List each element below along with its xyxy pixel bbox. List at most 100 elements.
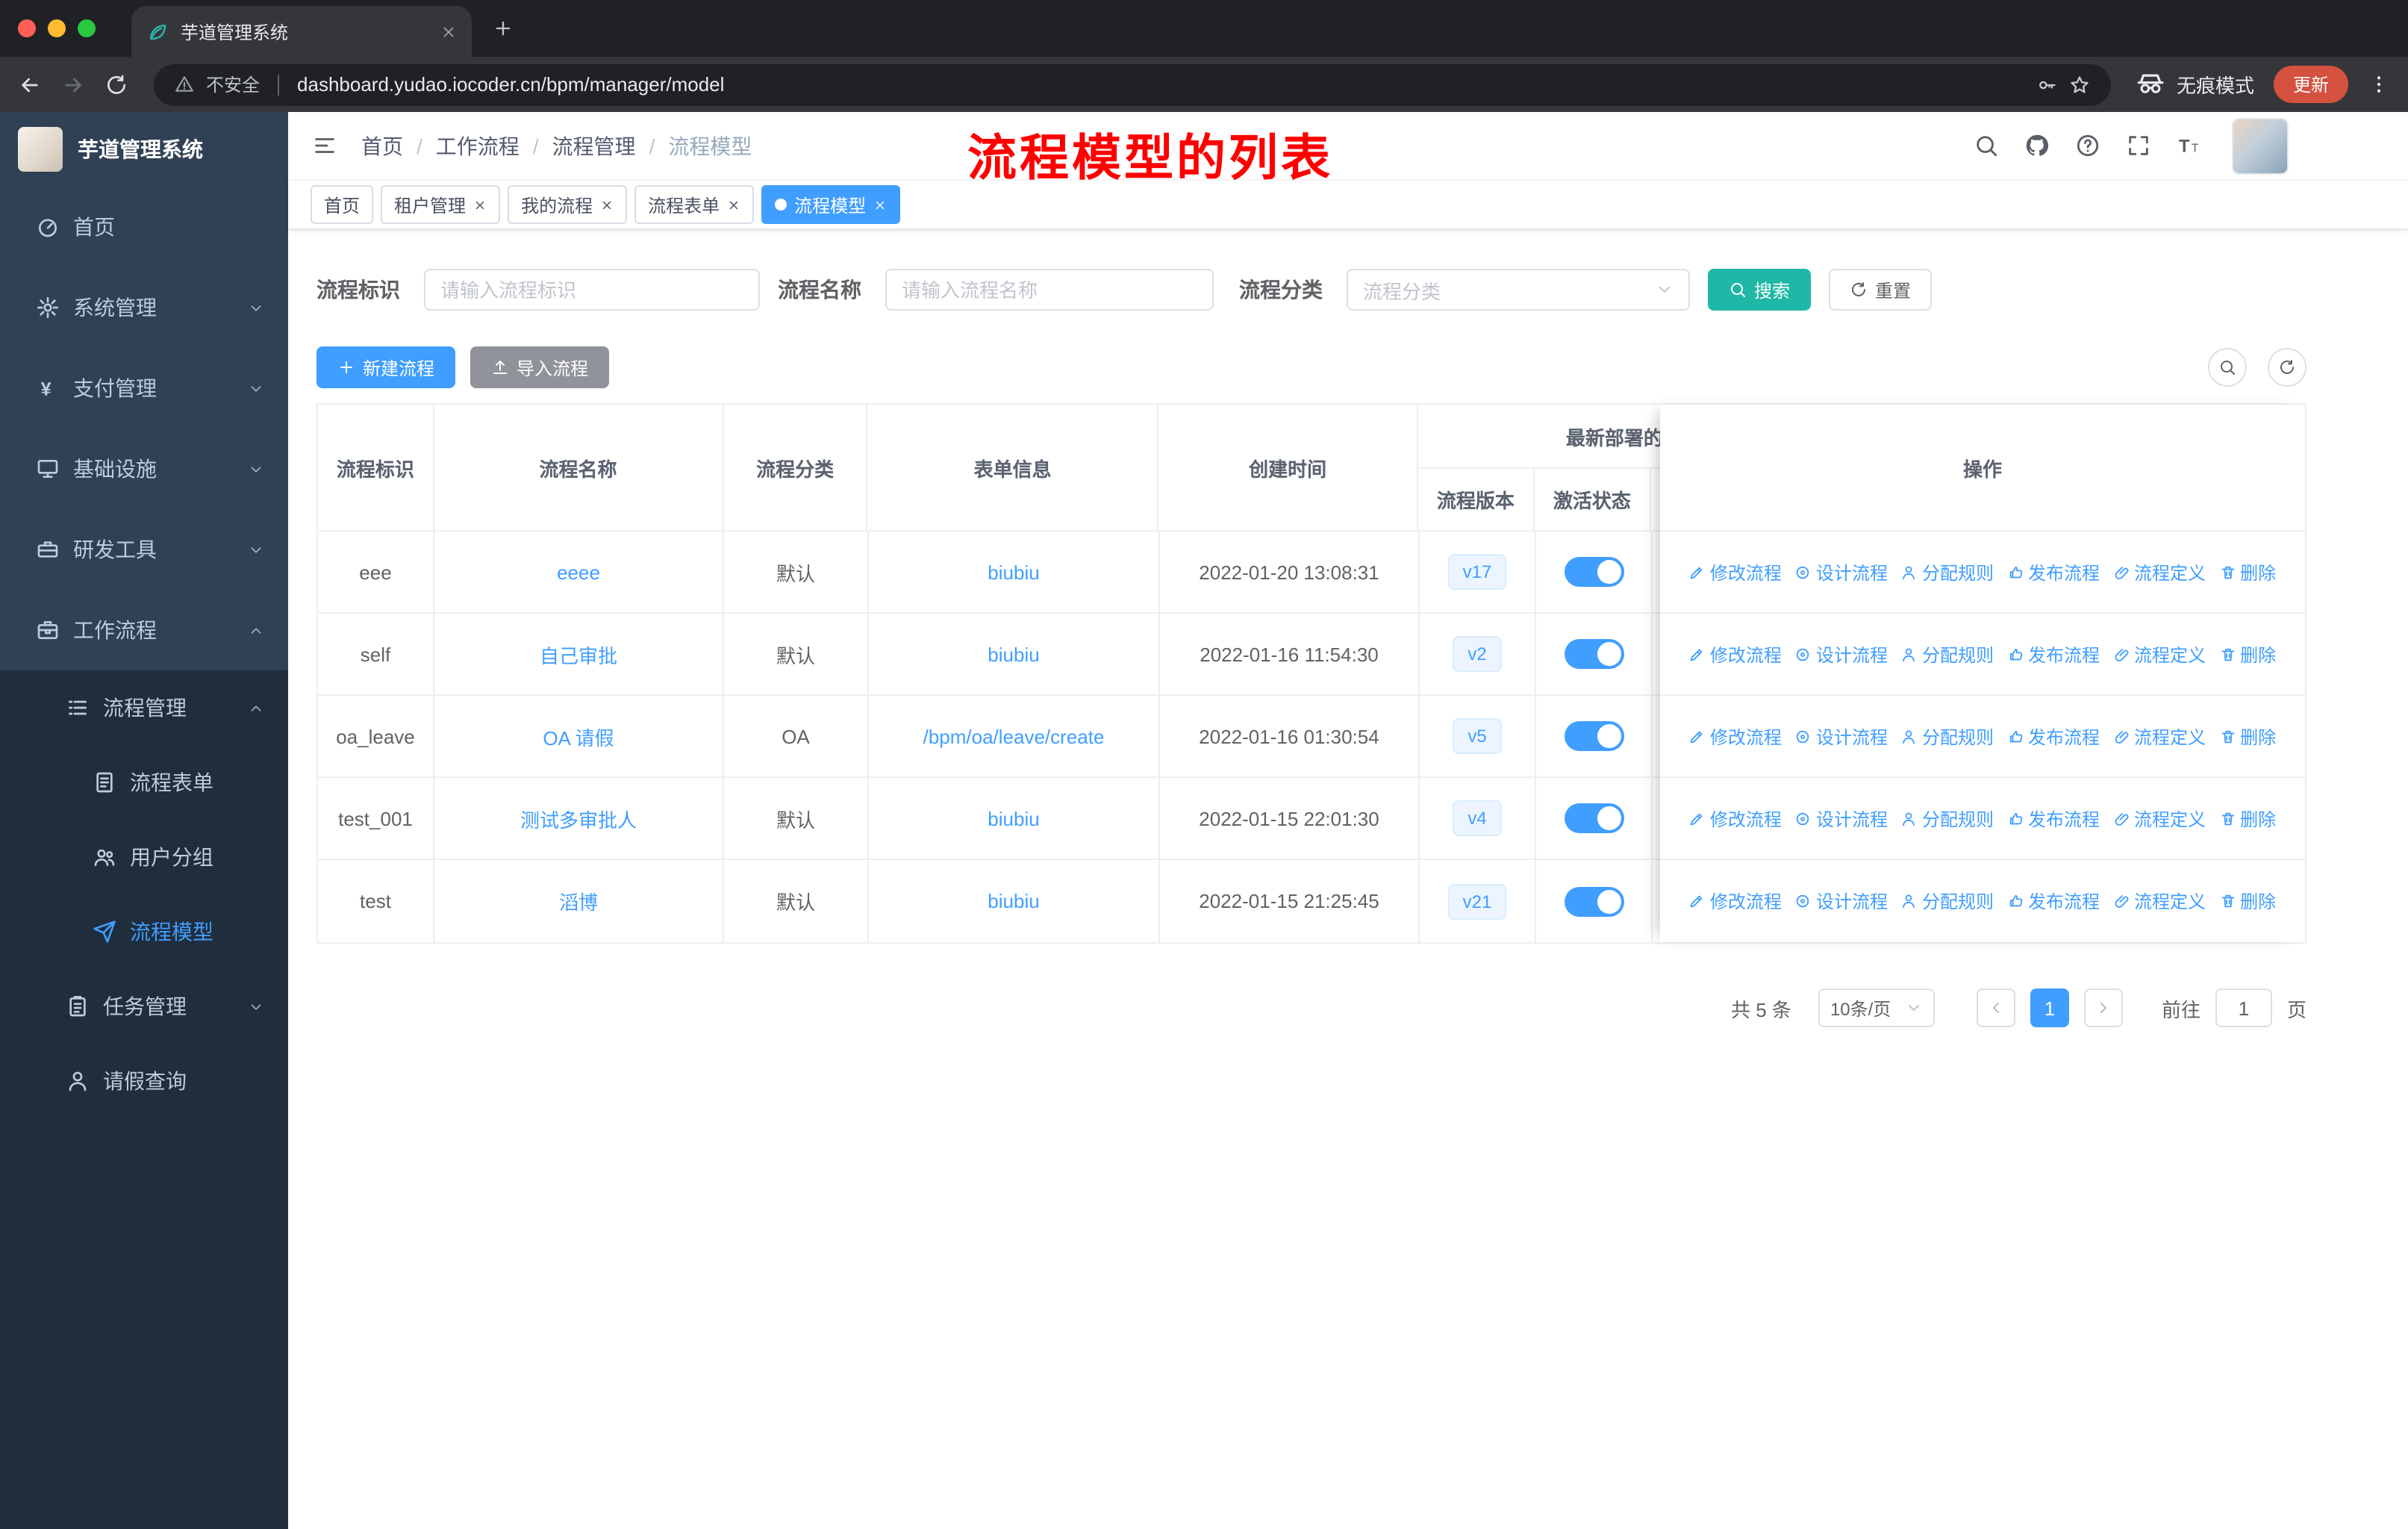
op-edit-link[interactable]: 修改流程 xyxy=(1689,723,1782,749)
refresh-table-button[interactable] xyxy=(2268,348,2306,387)
breadcrumb-item[interactable]: 流程管理 xyxy=(552,131,636,161)
op-design-link[interactable]: 设计流程 xyxy=(1795,641,1888,667)
model-name-link[interactable]: 自己审批 xyxy=(540,640,617,668)
search-button[interactable]: 搜索 xyxy=(1708,269,1812,311)
op-assign-link[interactable]: 分配规则 xyxy=(1901,641,1994,667)
browser-tab[interactable]: 芋道管理系统 xyxy=(131,6,472,57)
page-size-select[interactable]: 10条/页 xyxy=(1818,988,1935,1027)
breadcrumb-item[interactable]: 工作流程 xyxy=(436,131,520,161)
reset-button[interactable]: 重置 xyxy=(1829,269,1933,311)
op-assign-link[interactable]: 分配规则 xyxy=(1901,723,1994,749)
op-definition-link[interactable]: 流程定义 xyxy=(2113,888,2206,914)
tag-home[interactable]: 首页 xyxy=(311,185,374,224)
form-info-link[interactable]: biubiu xyxy=(988,807,1039,829)
active-switch[interactable] xyxy=(1564,639,1623,669)
breadcrumb-item[interactable]: 首页 xyxy=(361,131,403,161)
toggle-search-button[interactable] xyxy=(2208,348,2247,387)
active-switch[interactable] xyxy=(1564,721,1623,751)
form-info-link[interactable]: biubiu xyxy=(988,561,1039,583)
op-edit-link[interactable]: 修改流程 xyxy=(1689,641,1782,667)
model-id-input[interactable] xyxy=(424,269,760,311)
active-switch[interactable] xyxy=(1564,886,1623,916)
op-delete-link[interactable]: 删除 xyxy=(2219,806,2276,831)
tag-close-icon[interactable] xyxy=(600,198,614,211)
version-badge[interactable]: v17 xyxy=(1447,554,1507,590)
window-minimize-button[interactable] xyxy=(48,19,66,37)
op-design-link[interactable]: 设计流程 xyxy=(1795,806,1888,831)
address-bar[interactable]: 不安全 dashboard.yudao.iocoder.cn/bpm/manag… xyxy=(154,63,2111,105)
font-size-icon[interactable]: TT xyxy=(2177,133,2202,158)
create-model-button[interactable]: 新建流程 xyxy=(316,346,456,388)
sidebar-item-system[interactable]: 系统管理 xyxy=(0,267,288,348)
op-definition-link[interactable]: 流程定义 xyxy=(2113,723,2206,749)
model-name-link[interactable]: 滔博 xyxy=(559,887,598,915)
goto-page-input[interactable] xyxy=(2215,988,2272,1027)
password-key-icon[interactable] xyxy=(2036,74,2057,95)
fullscreen-icon[interactable] xyxy=(2126,133,2151,158)
forward-button[interactable] xyxy=(61,72,85,96)
op-design-link[interactable]: 设计流程 xyxy=(1795,559,1888,585)
op-publish-link[interactable]: 发布流程 xyxy=(2007,559,2100,585)
model-name-link[interactable]: 测试多审批人 xyxy=(520,804,637,832)
next-page-button[interactable] xyxy=(2083,988,2123,1027)
model-name-input[interactable] xyxy=(885,269,1214,311)
update-button[interactable]: 更新 xyxy=(2273,66,2348,103)
form-info-link[interactable]: biubiu xyxy=(988,643,1039,665)
bookmark-star-icon[interactable] xyxy=(2069,74,2090,95)
op-design-link[interactable]: 设计流程 xyxy=(1795,888,1888,914)
sidebar-toggle-icon[interactable] xyxy=(312,133,337,158)
version-badge[interactable]: v5 xyxy=(1453,718,1502,754)
active-switch[interactable] xyxy=(1564,803,1623,833)
op-delete-link[interactable]: 删除 xyxy=(2219,559,2276,585)
op-publish-link[interactable]: 发布流程 xyxy=(2007,888,2100,914)
op-publish-link[interactable]: 发布流程 xyxy=(2007,806,2100,831)
import-model-button[interactable]: 导入流程 xyxy=(470,346,610,388)
prev-page-button[interactable] xyxy=(1976,988,2015,1027)
op-delete-link[interactable]: 删除 xyxy=(2219,888,2276,914)
op-delete-link[interactable]: 删除 xyxy=(2219,723,2276,749)
op-edit-link[interactable]: 修改流程 xyxy=(1689,806,1782,831)
tag-close-icon[interactable] xyxy=(873,198,887,211)
op-design-link[interactable]: 设计流程 xyxy=(1795,723,1888,749)
model-name-link[interactable]: OA 请假 xyxy=(543,722,614,750)
sidebar-item-workflow[interactable]: 工作流程 xyxy=(0,590,288,670)
sidebar-item-process-form[interactable]: 流程表单 xyxy=(0,745,288,820)
category-select[interactable]: 流程分类 xyxy=(1347,269,1690,311)
op-delete-link[interactable]: 删除 xyxy=(2219,641,2276,667)
tag-close-icon[interactable] xyxy=(473,198,487,211)
sidebar-item-devtools[interactable]: 研发工具 xyxy=(0,509,288,590)
tab-close-icon[interactable] xyxy=(440,23,457,40)
page-1-button[interactable]: 1 xyxy=(2030,988,2069,1027)
reload-button[interactable] xyxy=(105,72,128,96)
model-name-link[interactable]: eeee xyxy=(557,561,600,583)
form-info-link[interactable]: /bpm/oa/leave/create xyxy=(923,725,1105,747)
window-close-button[interactable] xyxy=(18,19,36,37)
tag-process-form[interactable]: 流程表单 xyxy=(634,185,755,224)
new-tab-button[interactable] xyxy=(493,18,514,39)
tag-process-model[interactable]: 流程模型 xyxy=(761,185,901,224)
user-avatar[interactable] xyxy=(2232,117,2289,174)
op-definition-link[interactable]: 流程定义 xyxy=(2113,806,2206,831)
browser-menu-icon[interactable] xyxy=(2368,73,2390,96)
active-switch[interactable] xyxy=(1564,557,1623,587)
sidebar-item-task-management[interactable]: 任务管理 xyxy=(0,969,288,1044)
op-publish-link[interactable]: 发布流程 xyxy=(2007,723,2100,749)
sidebar-item-process-management[interactable]: 流程管理 xyxy=(0,670,288,745)
github-icon[interactable] xyxy=(2024,133,2050,158)
tag-close-icon[interactable] xyxy=(727,198,740,211)
sidebar-item-payment[interactable]: ¥ 支付管理 xyxy=(0,348,288,429)
op-edit-link[interactable]: 修改流程 xyxy=(1689,559,1782,585)
sidebar-item-leave-query[interactable]: 请假查询 xyxy=(0,1044,288,1118)
back-button[interactable] xyxy=(18,72,42,96)
version-badge[interactable]: v2 xyxy=(1453,636,1502,672)
tag-tenant-management[interactable]: 租户管理 xyxy=(381,185,501,224)
sidebar-item-process-model[interactable]: 流程模型 xyxy=(0,894,288,969)
op-edit-link[interactable]: 修改流程 xyxy=(1689,888,1782,914)
window-zoom-button[interactable] xyxy=(78,19,96,37)
tag-my-process[interactable]: 我的流程 xyxy=(508,185,628,224)
op-assign-link[interactable]: 分配规则 xyxy=(1901,806,1994,831)
header-search-icon[interactable] xyxy=(1974,133,1999,158)
op-assign-link[interactable]: 分配规则 xyxy=(1901,888,1994,914)
version-badge[interactable]: v21 xyxy=(1447,883,1507,919)
op-definition-link[interactable]: 流程定义 xyxy=(2113,641,2206,667)
